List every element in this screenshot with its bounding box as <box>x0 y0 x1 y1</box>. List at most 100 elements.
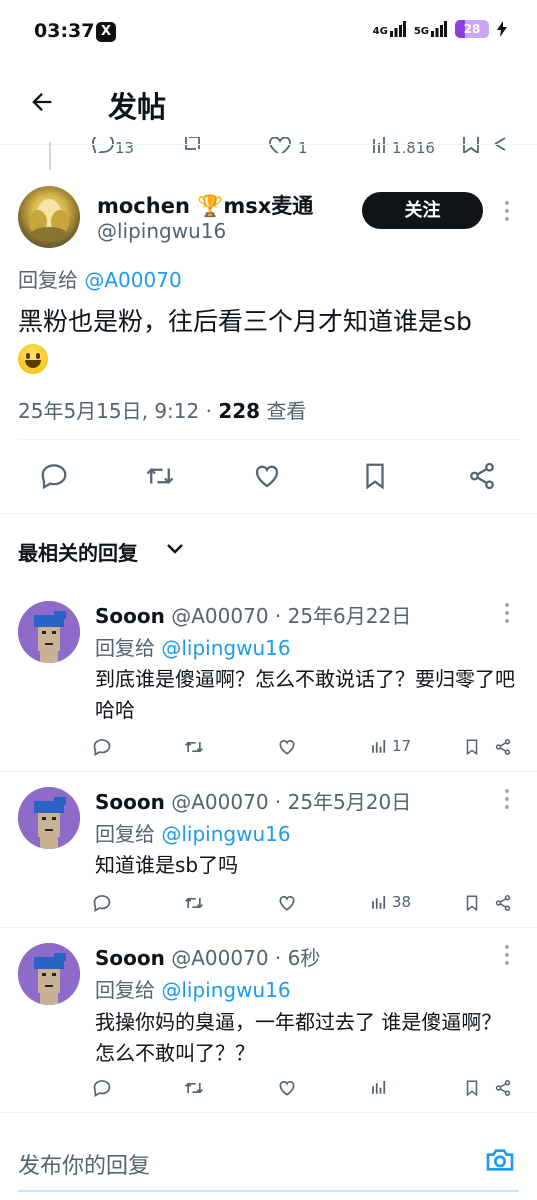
reply-icon <box>93 1080 111 1097</box>
reply-to-line: 回复给 @lipingwu16 <box>95 632 291 661</box>
retweet-button[interactable] <box>143 461 177 491</box>
reply-author-handle-time[interactable]: @A00070 · 25年6月22日 <box>171 604 411 628</box>
pixel-avatar-image <box>18 787 80 849</box>
share-button[interactable] <box>494 893 512 913</box>
signal-icon-2: 5G <box>414 21 447 37</box>
views-button[interactable]: 17 <box>370 737 411 755</box>
reply-author-name[interactable]: Sooon <box>95 604 165 628</box>
reply-author-handle-time[interactable]: @A00070 · 25年5月20日 <box>171 790 411 814</box>
author-display-name[interactable]: mochen 🏆msx麦通 <box>97 190 313 220</box>
svg-text:1: 1 <box>298 139 308 153</box>
more-options-icon[interactable] <box>505 789 509 813</box>
reply-text: 到底谁是傻逼啊？怎么不敢说话了？要归零了吧 哈哈 <box>95 667 515 722</box>
back-button[interactable] <box>28 88 56 116</box>
chevron-down-icon[interactable] <box>166 542 184 556</box>
x-app-icon: X <box>96 22 116 42</box>
share-icon <box>495 739 511 755</box>
author-handle[interactable]: @lipingwu16 <box>97 219 226 243</box>
avatar[interactable] <box>18 186 80 248</box>
bookmark-button[interactable] <box>463 893 481 913</box>
bookmark-button[interactable] <box>360 461 390 491</box>
tweet-text: 黑粉也是粉，往后看三个月才知道谁是sb <box>18 304 523 376</box>
reply-author: Sooon @A00070 · 25年6月22日 <box>95 600 411 629</box>
arrow-left-icon <box>32 93 52 111</box>
views-button[interactable] <box>370 1078 392 1096</box>
like-button[interactable] <box>277 893 297 913</box>
retweet-icon <box>185 897 203 909</box>
reply-author-name[interactable]: Sooon <box>95 946 165 970</box>
reply-actions <box>0 1078 537 1100</box>
actions-divider <box>0 513 537 514</box>
reply-text: 知道谁是sb了吗 <box>95 853 239 877</box>
reply-to-handle-link[interactable]: @lipingwu16 <box>161 978 290 1002</box>
tweet-date: 25年5月15日, 9:12 · <box>18 399 219 423</box>
sort-dropdown[interactable]: 最相关的回复 <box>18 537 138 566</box>
reply-author-name[interactable]: Sooon <box>95 790 165 814</box>
reply-button[interactable] <box>92 893 112 913</box>
bookmark-button[interactable] <box>463 1078 481 1098</box>
bookmark-icon <box>466 739 478 756</box>
reply-to-handle-link[interactable]: @A00070 <box>84 268 181 292</box>
bookmark-button[interactable] <box>463 737 481 757</box>
retweet-button[interactable] <box>184 893 204 913</box>
reply-to-handle-link[interactable]: @lipingwu16 <box>161 822 290 846</box>
more-options-icon[interactable] <box>505 945 509 969</box>
retweet-icon <box>146 468 174 484</box>
network-label-1: 4G <box>372 26 388 37</box>
share-button[interactable] <box>494 1078 512 1098</box>
reply-icon <box>93 895 111 912</box>
camera-icon <box>486 1149 514 1171</box>
share-icon <box>495 1080 511 1096</box>
analytics-icon <box>372 740 386 753</box>
reply-avatar[interactable] <box>18 601 80 663</box>
reply-avatar[interactable] <box>18 943 80 1005</box>
reply-icon <box>41 464 67 490</box>
reply-button[interactable] <box>38 461 70 491</box>
views-count: 38 <box>392 893 412 911</box>
bookmark-icon <box>466 895 478 912</box>
reply-composer-input[interactable]: 发布你的回复 <box>18 1148 150 1180</box>
thread-connector-line <box>49 142 51 170</box>
retweet-button[interactable] <box>184 737 204 757</box>
avatar-image <box>29 199 69 241</box>
reply-avatar[interactable] <box>18 787 80 849</box>
reply-actions: 38 <box>0 893 537 915</box>
views-button[interactable]: 38 <box>370 893 411 911</box>
share-button[interactable] <box>466 461 498 491</box>
more-options-icon[interactable] <box>505 201 509 225</box>
reply-to-prefix: 回复给 <box>95 636 155 660</box>
reply-author: Sooon @A00070 · 25年5月20日 <box>95 786 411 815</box>
follow-button[interactable]: 关注 <box>362 192 483 229</box>
reply-to-line: 回复给 @lipingwu16 <box>95 818 291 847</box>
reply-author-handle-time[interactable]: @A00070 · 6秒 <box>171 946 320 970</box>
meta-divider <box>18 439 519 440</box>
views-count: 228 <box>218 399 261 423</box>
analytics-icon <box>372 896 386 909</box>
pixel-avatar-image <box>18 601 80 663</box>
status-time: 03:37 <box>34 20 95 42</box>
reply-divider <box>0 771 537 772</box>
like-button[interactable] <box>277 1078 297 1098</box>
page-title: 发帖 <box>108 90 167 124</box>
battery-icon: 28 <box>455 20 489 38</box>
reply-button[interactable] <box>92 1078 112 1098</box>
reply-to-line: 回复给 @A00070 <box>18 264 182 293</box>
retweet-icon <box>185 741 203 753</box>
analytics-icon <box>372 1081 386 1094</box>
share-button[interactable] <box>494 737 512 757</box>
camera-button[interactable] <box>484 1144 516 1176</box>
heart-icon <box>279 739 295 755</box>
retweet-button[interactable] <box>184 1078 204 1098</box>
reply-to-handle-link[interactable]: @lipingwu16 <box>161 636 290 660</box>
status-indicators: 4G 5G 28 <box>373 20 507 38</box>
svg-text:1,816: 1,816 <box>392 139 435 153</box>
share-icon <box>470 462 494 490</box>
like-button[interactable] <box>250 461 284 491</box>
like-button[interactable] <box>277 737 297 757</box>
more-options-icon[interactable] <box>505 603 509 627</box>
heart-icon <box>279 1080 295 1096</box>
reply-to-prefix: 回复给 <box>95 978 155 1002</box>
tweet-text-body: 黑粉也是粉，往后看三个月才知道谁是sb <box>18 307 472 336</box>
share-icon <box>495 895 511 911</box>
reply-button[interactable] <box>92 737 112 757</box>
